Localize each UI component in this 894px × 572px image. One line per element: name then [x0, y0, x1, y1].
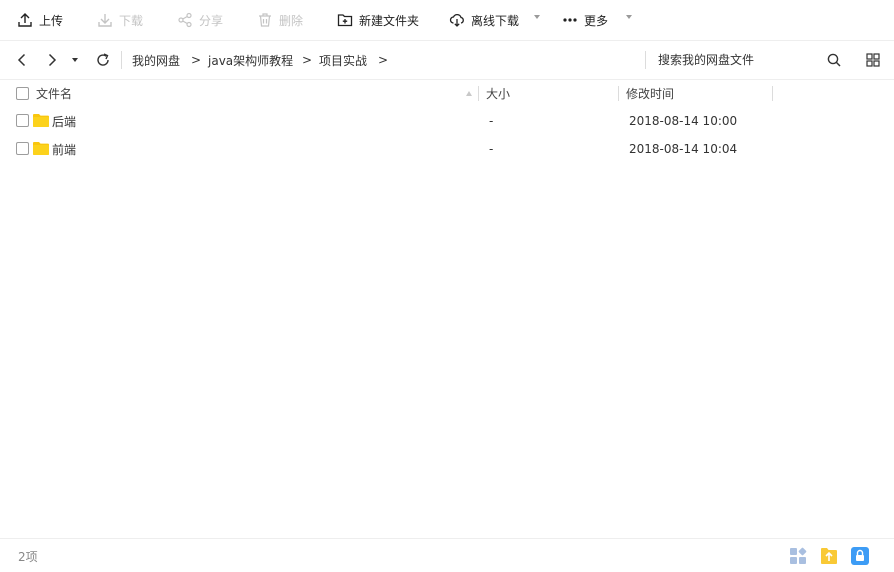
more-label: 更多	[584, 13, 609, 28]
breadcrumb-separator: >	[302, 53, 313, 67]
column-divider[interactable]	[478, 86, 479, 101]
search-icon	[827, 53, 841, 67]
file-name[interactable]: 后端	[52, 107, 76, 135]
history-dropdown-button[interactable]	[68, 41, 82, 79]
file-size: -	[489, 114, 494, 128]
more-button[interactable]: 更多	[562, 0, 608, 40]
cloud-download-icon	[449, 13, 464, 27]
trash-icon	[259, 13, 271, 27]
toolbar: 上传 下载 分享 删除 新建文件夹 离线下载 更多	[0, 0, 894, 40]
chevron-left-icon	[17, 53, 26, 67]
delete-button[interactable]: 删除	[257, 0, 303, 40]
column-header-modified[interactable]: 修改时间	[626, 80, 674, 107]
chevron-right-icon	[48, 53, 57, 67]
row-checkbox[interactable]	[16, 142, 29, 155]
refresh-icon	[97, 53, 109, 66]
offline-download-button[interactable]: 离线下载	[449, 0, 519, 40]
navigation-bar: 我的网盘 > java架构师教程 > 项目实战 >	[0, 40, 894, 80]
offline-download-caret-icon[interactable]	[534, 15, 540, 19]
column-divider[interactable]	[618, 86, 619, 101]
more-icon	[563, 18, 577, 22]
status-bar: 2项	[0, 538, 894, 572]
table-row[interactable]: 后端 - 2018-08-14 10:00	[0, 107, 894, 135]
column-header-size[interactable]: 大小	[486, 80, 510, 107]
search-divider	[645, 51, 646, 69]
download-icon	[98, 14, 112, 27]
new-folder-label: 新建文件夹	[359, 13, 420, 28]
refresh-button[interactable]	[93, 41, 113, 79]
offline-download-label: 离线下载	[471, 13, 520, 28]
select-all-checkbox[interactable]	[16, 87, 29, 100]
breadcrumb-item-course[interactable]: java架构师教程	[208, 41, 293, 79]
download-button[interactable]: 下载	[97, 0, 143, 40]
download-label: 下载	[119, 13, 144, 28]
folder-icon	[33, 142, 49, 155]
column-divider[interactable]	[772, 86, 773, 101]
forward-button[interactable]	[42, 41, 62, 79]
more-caret-icon[interactable]	[626, 15, 632, 19]
lock-icon[interactable]	[851, 547, 869, 565]
folder-icon	[33, 114, 49, 127]
file-name[interactable]: 前端	[52, 135, 76, 163]
nav-divider	[121, 51, 122, 69]
breadcrumb-separator: >	[191, 53, 202, 67]
breadcrumb-item-root[interactable]: 我的网盘	[132, 41, 180, 79]
caret-down-icon	[72, 58, 78, 62]
upload-label: 上传	[39, 13, 64, 28]
file-modified-time: 2018-08-14 10:04	[629, 142, 738, 156]
breadcrumb-separator: >	[378, 53, 389, 67]
row-checkbox[interactable]	[16, 114, 29, 127]
share-button[interactable]: 分享	[177, 0, 223, 40]
upload-icon	[18, 13, 32, 27]
breadcrumb-item-current[interactable]: 项目实战	[319, 41, 367, 79]
grid-view-icon	[866, 53, 880, 67]
search-button[interactable]	[824, 41, 844, 79]
search-input[interactable]	[652, 50, 812, 70]
view-toggle-button[interactable]	[863, 41, 883, 79]
share-icon	[178, 12, 192, 28]
delete-label: 删除	[279, 13, 304, 28]
sort-ascending-icon[interactable]	[466, 91, 472, 96]
item-count: 2项	[18, 549, 38, 564]
back-button[interactable]	[12, 41, 32, 79]
upload-folder-icon[interactable]	[820, 547, 838, 565]
new-folder-button[interactable]: 新建文件夹	[337, 0, 419, 40]
column-header-name[interactable]: 文件名	[36, 80, 72, 107]
upload-button[interactable]: 上传	[17, 0, 63, 40]
file-size: -	[489, 142, 494, 156]
file-list-header: 文件名 大小 修改时间	[0, 80, 894, 107]
file-modified-time: 2018-08-14 10:00	[629, 114, 738, 128]
apps-grid-icon[interactable]	[789, 547, 807, 565]
table-row[interactable]: 前端 - 2018-08-14 10:04	[0, 135, 894, 163]
new-folder-icon	[337, 14, 353, 27]
share-label: 分享	[199, 13, 224, 28]
